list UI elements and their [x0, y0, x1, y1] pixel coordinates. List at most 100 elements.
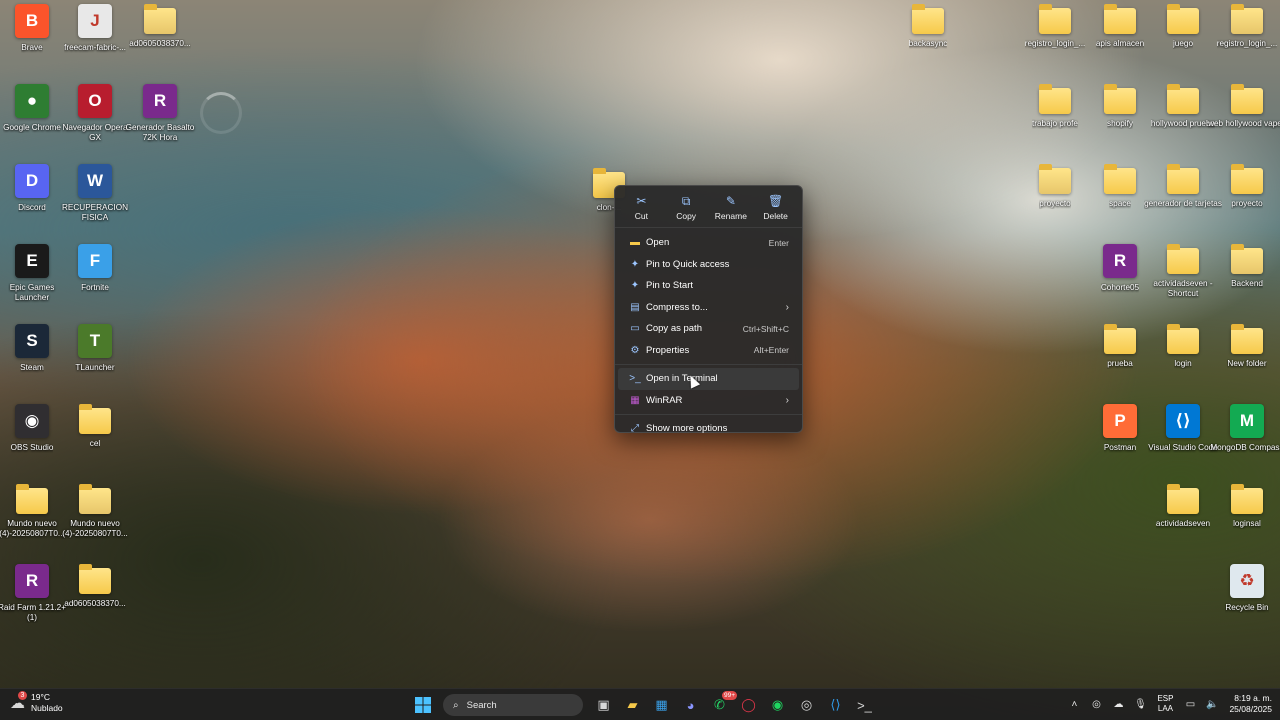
volume-icon[interactable]: 🔈 — [1201, 699, 1223, 710]
desktop-icon-label: web hollywood vapes — [1208, 119, 1280, 128]
copy-button[interactable]: ⧉ Copy — [666, 194, 706, 221]
obs-icon: ◉ — [15, 404, 49, 438]
cut-button[interactable]: ✂ Cut — [621, 194, 661, 221]
opera-tray-icon[interactable]: ◎ — [1085, 699, 1107, 710]
desktop-icon-label: hollywood prueba — [1150, 119, 1216, 128]
mongodb-icon: M — [1230, 404, 1264, 438]
delete-button[interactable]: 🗑 Delete — [756, 194, 796, 221]
menu-item-pin-to-quick-access[interactable]: ✦ Pin to Quick access — [618, 254, 799, 276]
vscode-icon: ⟨⟩ — [830, 697, 841, 712]
desktop-icon[interactable]: F Fortnite — [56, 244, 134, 320]
desktop-icon-label: Cohorte05 — [1100, 283, 1140, 292]
taskbar-file-explorer-button[interactable]: ▰ — [618, 693, 647, 717]
rename-button[interactable]: ✎ Rename — [711, 194, 751, 221]
desktop-icon[interactable]: ♻ Recycle Bin — [1208, 564, 1280, 640]
folder-icon — [79, 404, 111, 434]
desktop-icon[interactable]: backasync — [889, 4, 967, 80]
desktop-icon-label: RECUPERACION FISICA — [62, 203, 128, 222]
folder-icon — [16, 484, 48, 514]
network-icon[interactable]: ▭ — [1179, 699, 1201, 710]
taskbar-search[interactable]: ⌕ Search — [443, 694, 583, 716]
menu-item-open[interactable]: ▬ Open Enter — [618, 232, 799, 254]
desktop-icon[interactable]: ad0605038370... — [56, 564, 134, 640]
menu-item-label: Copy as path — [646, 323, 702, 335]
folder-icon — [1167, 4, 1199, 34]
taskbar: ☁ 3 19°C Nublado ⌕ Search ▣ ▰ ▦ ◕ ✆ 99+ ◯ ◉ ◎ ⟨⟩ >_… — [0, 688, 1280, 720]
desktop-icon[interactable]: registro_login_... — [1208, 4, 1280, 80]
desktop-icon-label: juego — [1172, 39, 1194, 48]
folder-open-icon: ▬ — [630, 237, 640, 249]
menu-item-shortcut: Ctrl+Shift+C — [742, 323, 789, 334]
taskbar-obs-studio-button[interactable]: ◎ — [792, 693, 821, 717]
clock-time: 8:19 a. m. — [1234, 693, 1272, 703]
taskbar-discord-button[interactable]: ◕ — [676, 693, 705, 717]
menu-item-properties[interactable]: ⚙ Properties Alt+Enter — [618, 340, 799, 362]
epic-games-icon: E — [15, 244, 49, 278]
menu-item-shortcut: Enter — [768, 237, 789, 248]
quick-action-label: Copy — [676, 211, 697, 221]
menu-item-compress-to[interactable]: ▤ Compress to... › — [618, 297, 799, 319]
taskbar-microsoft-store-button[interactable]: ▦ — [647, 693, 676, 717]
taskbar-whatsapp-button[interactable]: ✆ 99+ — [705, 691, 737, 717]
desktop-icon-label: cel — [89, 439, 101, 448]
desktop-icon-label: freecam-fabric-... — [64, 43, 126, 52]
terminal-icon: >_ — [857, 697, 872, 713]
menu-item-pin-to-start[interactable]: ✦ Pin to Start — [618, 275, 799, 297]
desktop-icon[interactable]: Backend — [1208, 244, 1280, 320]
menu-item-winrar[interactable]: ▦ WinRAR › — [618, 390, 799, 412]
taskbar-spotify-button[interactable]: ◉ — [763, 693, 792, 717]
taskbar-terminal-button[interactable]: >_ — [850, 693, 879, 717]
desktop-icon[interactable]: cel — [56, 404, 134, 480]
copy-path-icon: ▭ — [630, 323, 640, 335]
desktop-icon[interactable]: W RECUPERACION FISICA — [56, 164, 134, 240]
desktop-icon[interactable]: loginsal — [1208, 484, 1280, 560]
keyboard-layout: LAA — [1157, 704, 1173, 713]
menu-item-open-in-terminal[interactable]: >_ Open in Terminal — [618, 368, 799, 390]
word-icon: W — [78, 164, 112, 198]
desktop-icon-label: apis almacen — [1095, 39, 1145, 48]
opera-gx-icon: O — [78, 84, 112, 118]
desktop-icon-label: trabajo profe — [1032, 119, 1078, 128]
menu-separator — [615, 364, 802, 365]
menu-separator — [615, 414, 802, 415]
weather-widget[interactable]: ☁ 3 19°C Nublado — [10, 691, 63, 714]
folder-icon — [912, 4, 944, 34]
desktop-icon[interactable]: New folder — [1208, 324, 1280, 400]
start-button[interactable] — [408, 693, 437, 717]
task-view-icon: ▣ — [597, 697, 610, 712]
desktop: B Brave Jfreecam-fabric-... ad0605038370...… — [0, 0, 1280, 688]
taskbar-opera-gx-button[interactable]: ◯ — [734, 693, 763, 717]
quick-action-label: Rename — [714, 211, 747, 221]
desktop-icon-label: Google Chrome — [3, 123, 61, 132]
zip-folder-icon — [1039, 164, 1071, 194]
desktop-icon[interactable]: web hollywood vapes — [1208, 84, 1280, 160]
fortnite-icon: F — [78, 244, 112, 278]
cloud-sync-icon[interactable]: ☁ — [1107, 699, 1129, 710]
chevron-up-icon[interactable]: ˄ — [1063, 699, 1085, 710]
chrome-icon: ● — [15, 84, 49, 118]
desktop-icon-label: prueba — [1107, 359, 1133, 368]
menu-item-copy-as-path[interactable]: ▭ Copy as path Ctrl+Shift+C — [618, 318, 799, 340]
weather-condition: Nublado — [31, 703, 63, 713]
desktop-icon-label: Backend — [1231, 279, 1263, 288]
java-icon: J — [78, 4, 112, 38]
clock[interactable]: 8:19 a. m. 25/08/2025 — [1229, 693, 1272, 715]
context-menu: ✂ Cut ⧉ Copy ✎ Rename 🗑 Delete ▬ Open Enter ✦ Pin t… — [614, 185, 803, 434]
desktop-icon[interactable]: T TLauncher — [56, 324, 134, 400]
desktop-icon[interactable]: Mundo nuevo (4)-20250807T0... — [56, 484, 134, 560]
taskbar-task-view-button[interactable]: ▣ — [589, 693, 618, 717]
desktop-icon[interactable]: M MongoDB Compass — [1208, 404, 1280, 480]
language-indicator[interactable]: ESP LAA — [1157, 694, 1173, 714]
taskbar-vscode-button[interactable]: ⟨⟩ — [821, 693, 850, 717]
desktop-icon[interactable]: proyecto — [1208, 164, 1280, 240]
menu-item-show-more-options[interactable]: ⤢ Show more options — [618, 418, 799, 440]
desktop-icon-label: OBS Studio — [10, 443, 54, 452]
microphone-icon[interactable]: 🎙 — [1129, 699, 1151, 710]
folder-icon — [1231, 484, 1263, 514]
folder-icon — [1039, 4, 1071, 34]
desktop-icon-label: ad0605038370... — [129, 39, 191, 48]
postman-icon: P — [1103, 404, 1137, 438]
opera-gx-icon: ◯ — [741, 697, 756, 712]
desktop-icon[interactable]: R Generador Basalto 72K Hora — [121, 84, 199, 160]
desktop-icon[interactable]: ad0605038370... — [121, 4, 199, 80]
